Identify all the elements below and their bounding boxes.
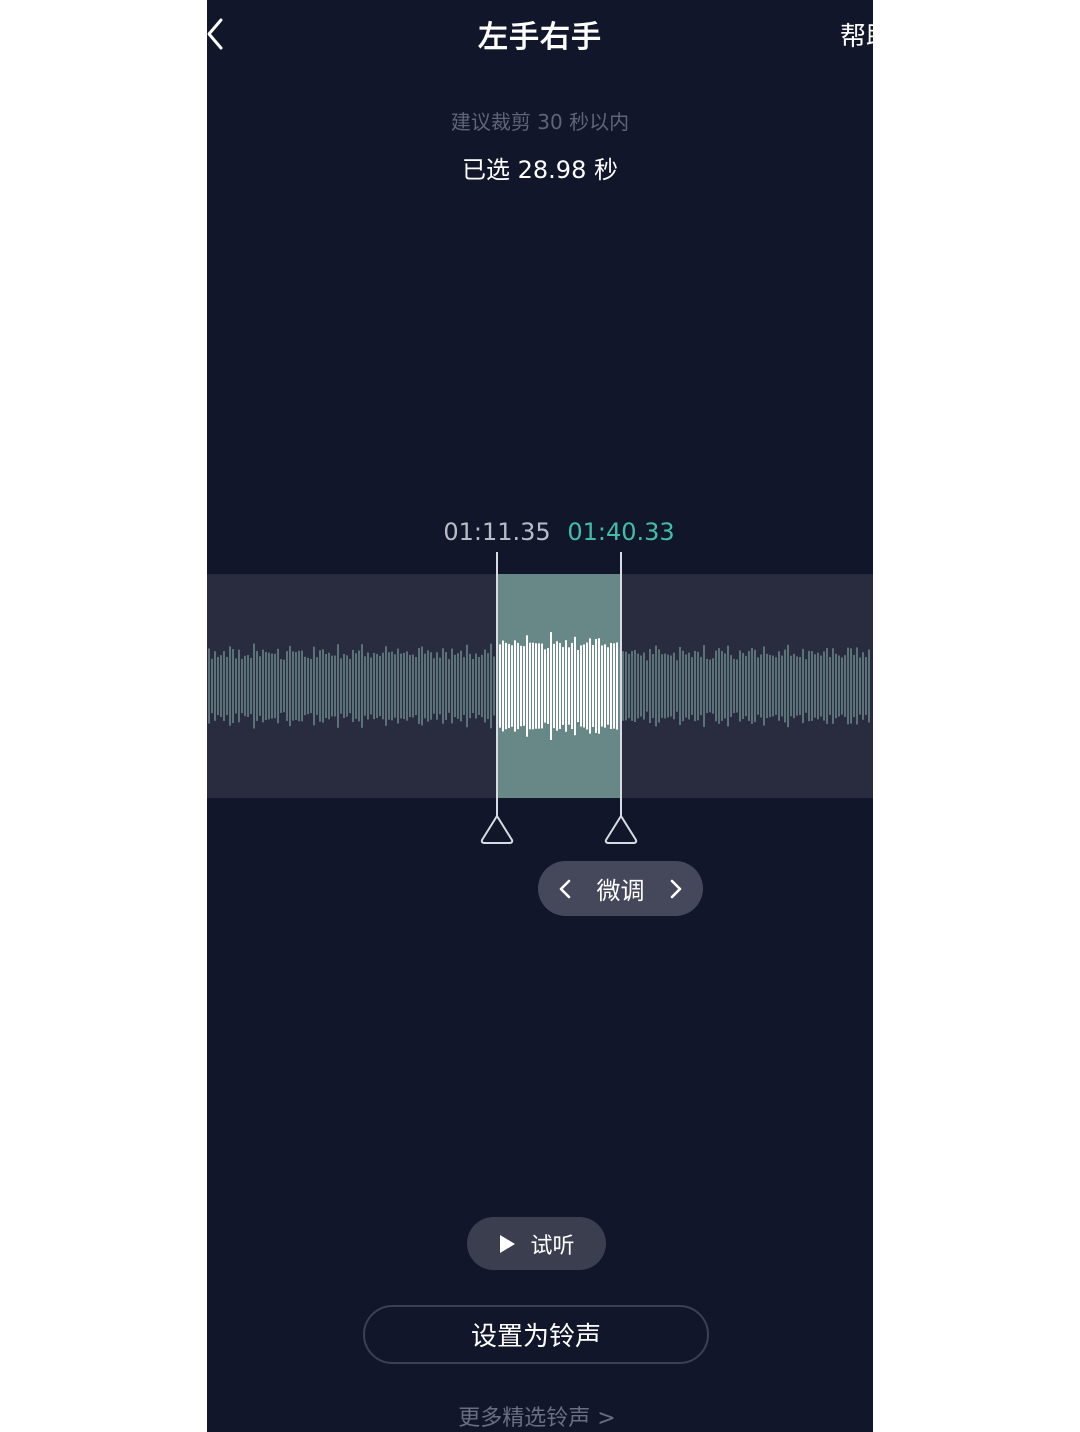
chevron-right-icon[interactable] bbox=[663, 877, 687, 901]
fine-tune-control: 微调 bbox=[538, 861, 703, 916]
page-title: 左手右手 bbox=[478, 20, 602, 55]
fine-tune-label: 微调 bbox=[596, 877, 645, 905]
preview-button[interactable]: 试听 bbox=[467, 1217, 606, 1270]
play-icon bbox=[500, 1234, 516, 1253]
selected-duration: 已选 28.98 秒 bbox=[462, 156, 618, 184]
preview-label: 试听 bbox=[530, 1233, 575, 1259]
chevron-left-icon[interactable] bbox=[554, 877, 578, 901]
waveform bbox=[208, 632, 870, 740]
end-trim-handle[interactable] bbox=[603, 552, 639, 846]
help-button[interactable]: 帮助 bbox=[840, 16, 873, 53]
ringtone-editor-screen: 左手右手 帮助 建议裁剪 30 秒以内 已选 28.98 秒 01:11.35 … bbox=[207, 0, 873, 1432]
start-time-label: 01:11.35 bbox=[443, 518, 551, 546]
start-trim-handle[interactable] bbox=[479, 552, 515, 846]
trim-hint: 建议裁剪 30 秒以内 bbox=[450, 110, 630, 134]
end-time-label: 01:40.33 bbox=[567, 518, 675, 546]
more-ringtones-link[interactable]: 更多精选铃声 > bbox=[207, 1400, 867, 1432]
set-as-ringtone-button[interactable]: 设置为铃声 bbox=[363, 1305, 709, 1364]
